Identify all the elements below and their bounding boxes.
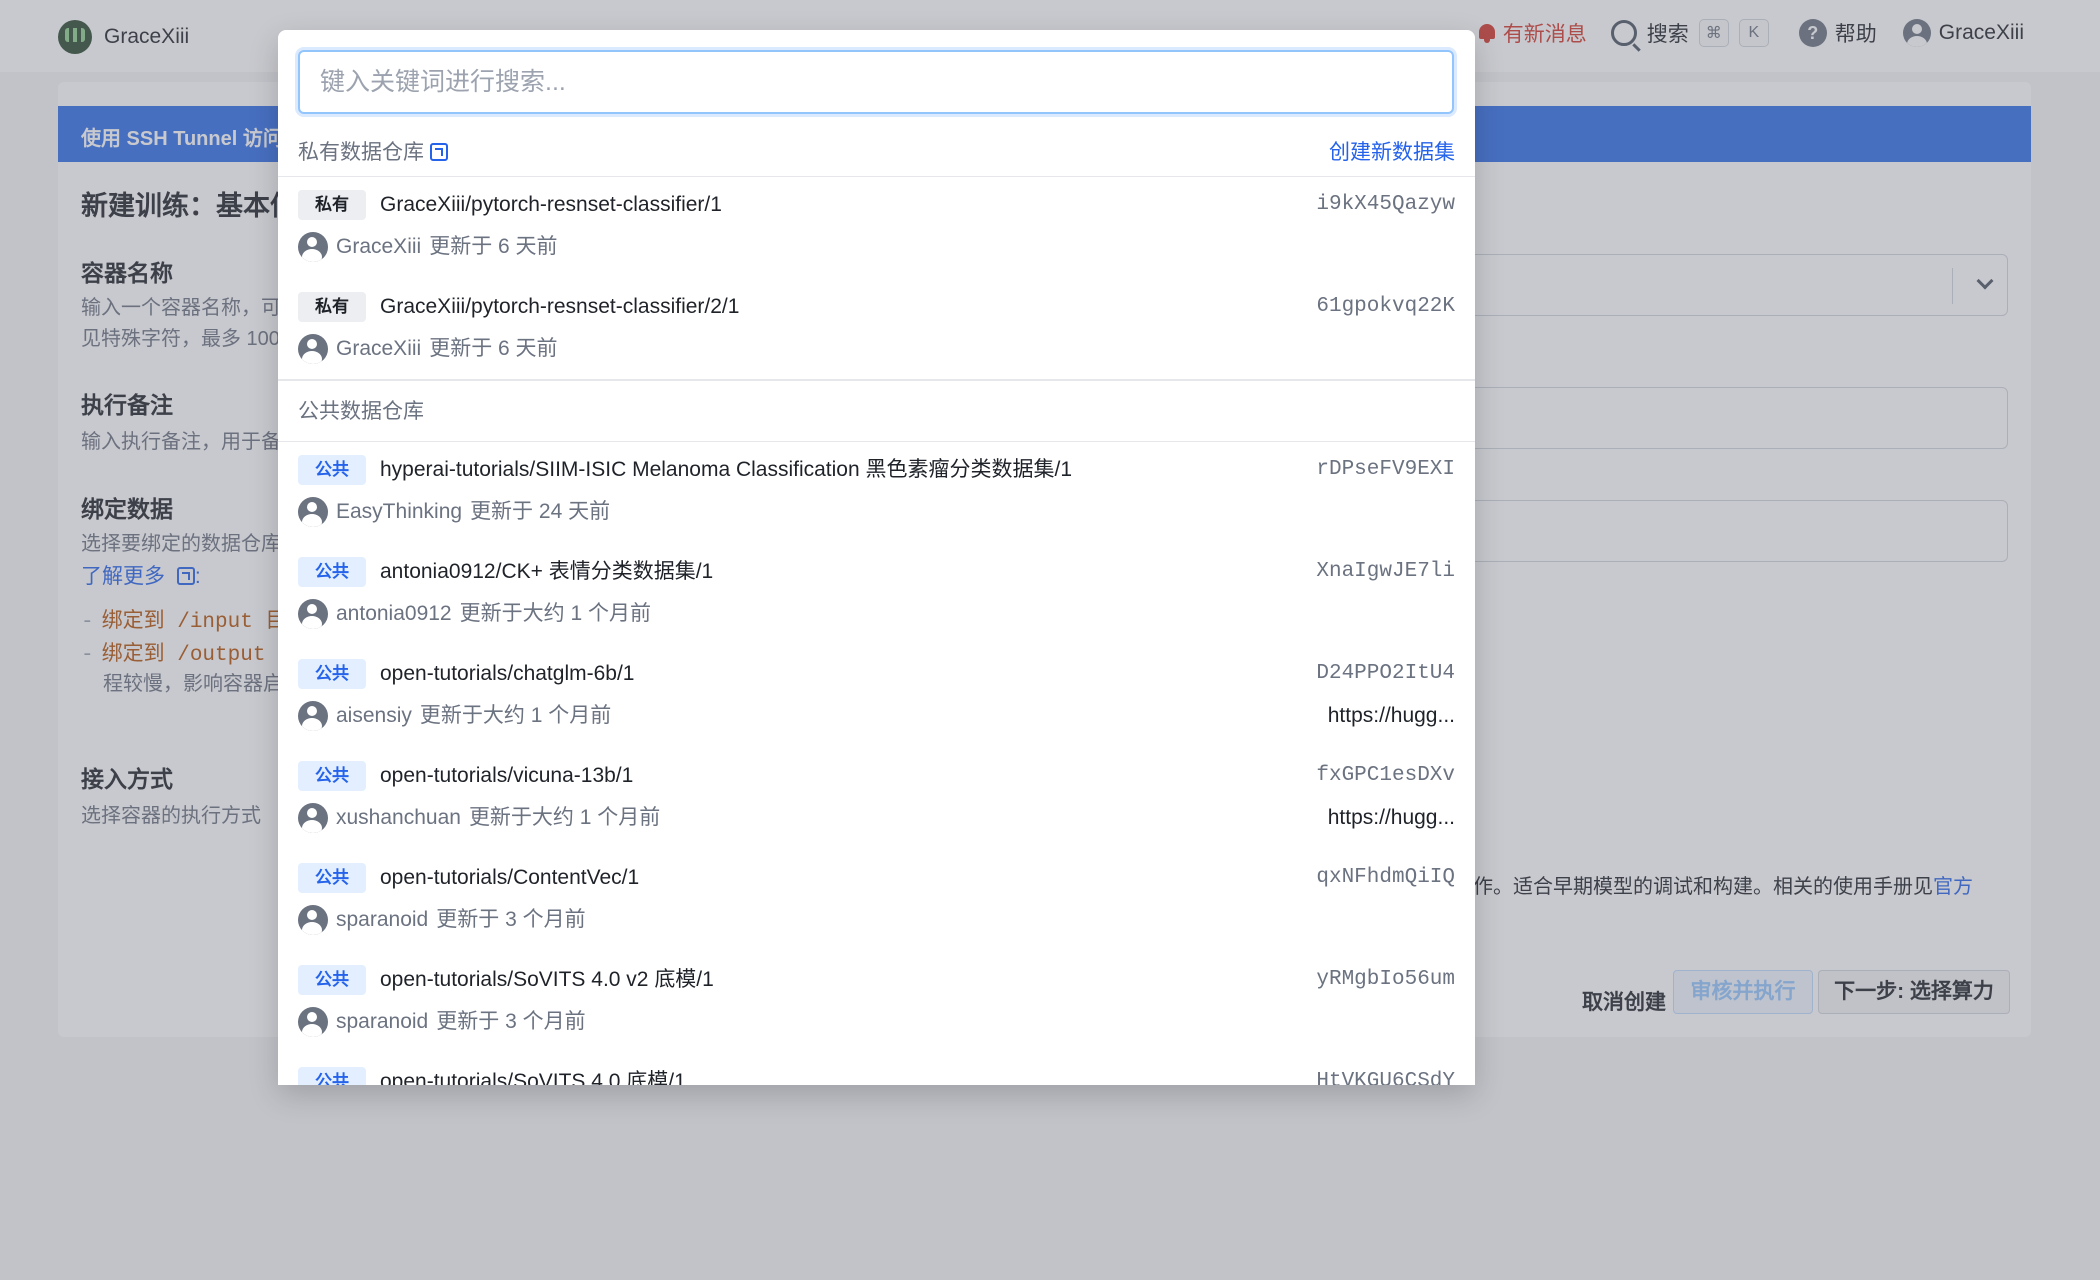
user-avatar-icon — [298, 1007, 328, 1037]
result-owner: GraceXiii — [336, 337, 422, 360]
result-updated: 更新于大约 1 个月前 — [459, 602, 651, 625]
result-owner: EasyThinking — [336, 500, 463, 523]
user-avatar-icon — [298, 905, 328, 935]
user-avatar-icon — [298, 232, 328, 262]
result-title: hyperai-tutorials/SIIM-ISIC Melanoma Cla… — [380, 458, 1073, 481]
private-group-title: 私有数据仓库 — [298, 141, 424, 164]
result-id: 61gpokvq22K — [1316, 295, 1455, 318]
result-id: i9kX45Qazyw — [1316, 193, 1455, 216]
result-updated: 更新于 24 天前 — [470, 500, 611, 523]
result-id: qxNFhdmQiIQ — [1316, 866, 1455, 889]
result-owner: antonia0912 — [336, 602, 452, 625]
result-meta: sparanoid 更新于 3 个月前 — [298, 905, 586, 935]
result-url: https://hugg... — [1327, 704, 1455, 727]
result-title: open-tutorials/ContentVec/1 — [380, 866, 640, 889]
search-result-row[interactable]: 公共 open-tutorials/SoVITS 4.0 底模/1 HtVKGU6C… — [278, 1055, 1475, 1085]
result-owner: xushanchuan — [336, 806, 461, 829]
result-title: open-tutorials/vicuna-13b/1 — [380, 764, 634, 787]
search-result-row[interactable]: 私有 GraceXiii/pytorch-resnset-classifier/2… — [278, 280, 1475, 382]
result-meta: GraceXiii 更新于 6 天前 — [298, 334, 558, 364]
search-result-row[interactable]: 私有 GraceXiii/pytorch-resnset-classifier/1… — [278, 178, 1475, 280]
result-meta: aisensiy 更新于大约 1 个月前 — [298, 701, 611, 731]
result-title: GraceXiii/pytorch-resnset-classifier/2/1 — [380, 295, 740, 318]
result-owner: GraceXiii — [336, 235, 422, 258]
search-result-row[interactable]: 公共 open-tutorials/vicuna-13b/1 fxGPC1esDXv… — [278, 749, 1475, 851]
search-input[interactable] — [298, 50, 1454, 114]
result-meta: xushanchuan 更新于大约 1 个月前 — [298, 803, 660, 833]
result-title: open-tutorials/SoVITS 4.0 底模/1 — [380, 1070, 686, 1085]
search-result-row[interactable]: 公共 open-tutorials/chatglm-6b/1 D24PPO2ItU4… — [278, 647, 1475, 749]
result-title: GraceXiii/pytorch-resnset-classifier/1 — [380, 193, 722, 216]
visibility-tag: 公共 — [298, 557, 366, 587]
public-group-title: 公共数据仓库 — [298, 400, 424, 423]
result-title: antonia0912/CK+ 表情分类数据集/1 — [380, 560, 714, 583]
result-updated: 更新于 3 个月前 — [436, 1010, 586, 1033]
result-id: rDPseFV9EXI — [1316, 458, 1455, 481]
user-avatar-icon — [298, 599, 328, 629]
create-dataset-link[interactable]: 创建新数据集 — [1329, 136, 1455, 166]
result-id: XnaIgwJE7li — [1316, 560, 1455, 583]
public-header-divider — [278, 441, 1475, 442]
user-avatar-icon — [298, 334, 328, 364]
result-meta: sparanoid 更新于 3 个月前 — [298, 1007, 586, 1037]
visibility-tag: 私有 — [298, 190, 366, 220]
private-group-title-wrap: 私有数据仓库 — [298, 136, 448, 166]
search-result-row[interactable]: 公共 antonia0912/CK+ 表情分类数据集/1 XnaIgwJE7li an… — [278, 545, 1475, 647]
result-id: fxGPC1esDXv — [1316, 764, 1455, 787]
result-owner: aisensiy — [336, 704, 412, 727]
result-updated: 更新于 6 天前 — [429, 235, 558, 258]
visibility-tag: 公共 — [298, 761, 366, 791]
result-title: open-tutorials/chatglm-6b/1 — [380, 662, 635, 685]
visibility-tag: 公共 — [298, 863, 366, 893]
result-updated: 更新于大约 1 个月前 — [419, 704, 612, 727]
result-meta: GraceXiii 更新于 6 天前 — [298, 232, 558, 262]
search-modal: 私有数据仓库 创建新数据集 私有 GraceXiii/pytorch-resnse… — [278, 30, 1475, 1085]
result-updated: 更新于 3 个月前 — [436, 908, 586, 931]
public-group-header: 公共数据仓库 — [278, 390, 1475, 430]
user-avatar-icon — [298, 701, 328, 731]
visibility-tag: 公共 — [298, 965, 366, 995]
result-updated: 更新于 6 天前 — [429, 337, 558, 360]
result-title: open-tutorials/SoVITS 4.0 v2 底模/1 — [380, 968, 714, 991]
search-result-row[interactable]: 公共 open-tutorials/ContentVec/1 qxNFhdmQiIQ… — [278, 851, 1475, 953]
visibility-tag: 公共 — [298, 455, 366, 485]
user-avatar-icon — [298, 803, 328, 833]
result-updated: 更新于大约 1 个月前 — [468, 806, 661, 829]
search-result-row[interactable]: 公共 hyperai-tutorials/SIIM-ISIC Melanoma C… — [278, 443, 1475, 545]
result-id: yRMgbIo56um — [1316, 968, 1455, 991]
result-owner: sparanoid — [336, 1010, 429, 1033]
result-meta: EasyThinking 更新于 24 天前 — [298, 497, 610, 527]
visibility-tag: 私有 — [298, 292, 366, 322]
private-header-divider — [278, 176, 1475, 177]
user-avatar-icon — [298, 497, 328, 527]
visibility-tag: 公共 — [298, 1067, 366, 1085]
external-link-icon[interactable] — [430, 143, 448, 161]
group-separator — [278, 379, 1475, 381]
result-id: D24PPO2ItU4 — [1316, 662, 1455, 685]
search-result-row[interactable]: 公共 open-tutorials/SoVITS 4.0 v2 底模/1 yRMgb… — [278, 953, 1475, 1055]
private-group-header: 私有数据仓库 创建新数据集 — [278, 130, 1475, 172]
result-id: HtVKGU6CSdY — [1316, 1070, 1455, 1085]
result-meta: antonia0912 更新于大约 1 个月前 — [298, 599, 651, 629]
result-owner: sparanoid — [336, 908, 429, 931]
result-url: https://hugg... — [1327, 806, 1455, 829]
visibility-tag: 公共 — [298, 659, 366, 689]
